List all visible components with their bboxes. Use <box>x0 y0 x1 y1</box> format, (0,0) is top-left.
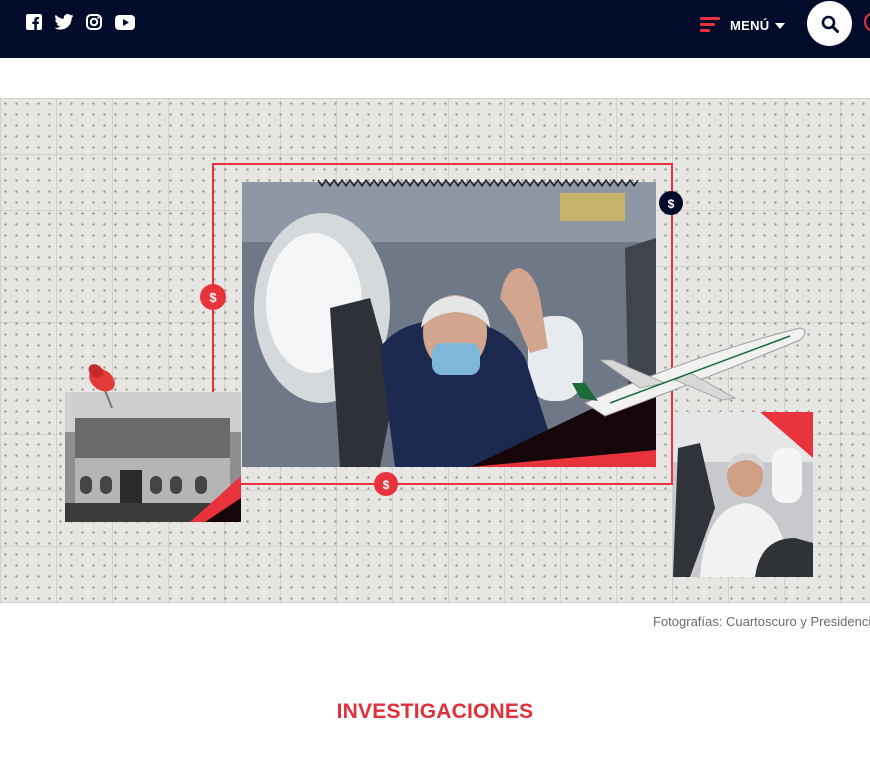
dollar-badge-left-label: $ <box>209 290 217 305</box>
dollar-badge-right-label: $ <box>668 197 675 211</box>
menu-button[interactable]: MENÚ <box>700 14 786 36</box>
house-photo <box>65 392 241 522</box>
search-icon <box>821 15 839 33</box>
photo-caption: Fotografías: Cuartoscuro y Presidencia <box>653 614 870 629</box>
main-photo <box>242 178 656 467</box>
user-account-icon[interactable] <box>864 12 870 32</box>
hamburger-icon <box>700 17 722 33</box>
facebook-icon[interactable] <box>24 12 44 32</box>
instagram-icon[interactable] <box>84 12 104 32</box>
top-navigation-bar: MENÚ <box>0 0 870 58</box>
chevron-down-icon <box>775 23 786 29</box>
youtube-icon[interactable] <box>114 12 136 32</box>
dollar-badge-bottom-label: $ <box>383 478 390 492</box>
twitter-icon[interactable] <box>53 12 75 32</box>
hero-illustration: $ $ $ <box>0 98 870 603</box>
section-title[interactable]: INVESTIGACIONES <box>0 700 870 724</box>
seated-photo <box>673 412 813 577</box>
menu-label: MENÚ <box>730 17 770 33</box>
search-button[interactable] <box>807 1 852 46</box>
